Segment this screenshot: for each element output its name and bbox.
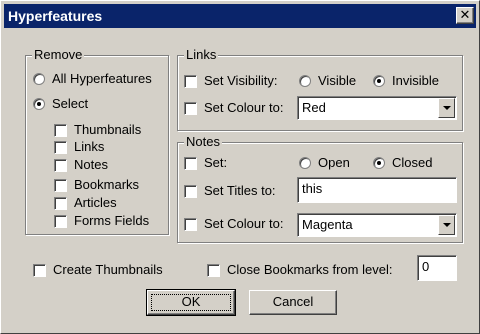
links-colour-select[interactable]: Red [297, 96, 457, 120]
notes-legend: Notes [184, 134, 222, 150]
checkbox-box[interactable] [33, 263, 46, 277]
notes-checkbox[interactable]: Notes [54, 157, 108, 173]
cancel-button[interactable]: Cancel [249, 290, 337, 315]
chevron-down-icon[interactable] [438, 215, 455, 235]
notes-colour-value: Magenta [302, 217, 353, 232]
checkbox-box[interactable] [54, 214, 67, 228]
set-titles-checkbox[interactable]: Set Titles to: [184, 183, 276, 199]
create-thumbnails-label: Create Thumbnails [53, 262, 163, 277]
notes-set-label: Set: [204, 155, 228, 170]
forms-fields-checkbox[interactable]: Forms Fields [54, 213, 149, 229]
titles-value: this [302, 181, 323, 196]
all-hyperfeatures-radio[interactable]: All Hyperfeatures [33, 71, 152, 87]
checkbox-box[interactable] [184, 74, 197, 88]
radio-circle[interactable] [299, 75, 311, 87]
articles-label: Articles [74, 195, 117, 210]
open-radio[interactable]: Open [299, 155, 350, 171]
thumbnails-label: Thumbnails [74, 122, 142, 137]
links-checkbox[interactable]: Links [54, 139, 104, 155]
open-label: Open [318, 155, 350, 170]
create-thumbnails-checkbox[interactable]: Create Thumbnails [33, 262, 163, 278]
ok-button[interactable]: OK [146, 289, 236, 316]
hyperfeatures-dialog: Hyperfeatures ✕ Remove All Hyperfeatures… [0, 0, 480, 334]
forms-fields-label: Forms Fields [74, 213, 150, 228]
radio-circle[interactable] [33, 73, 45, 85]
radio-circle[interactable] [299, 157, 311, 169]
thumbnails-checkbox[interactable]: Thumbnails [54, 122, 141, 138]
radio-circle[interactable] [373, 157, 385, 169]
titles-input[interactable]: this [297, 177, 457, 203]
all-hyperfeatures-label: All Hyperfeatures [52, 71, 152, 86]
select-label: Select [52, 96, 89, 111]
remove-legend: Remove [32, 47, 85, 63]
visible-label: Visible [318, 73, 357, 88]
notes-set-colour-checkbox[interactable]: Set Colour to: [184, 216, 284, 232]
set-visibility-label: Set Visibility: [204, 73, 278, 88]
close-bookmarks-label: Close Bookmarks from level: [227, 262, 393, 277]
links-legend: Links [184, 47, 219, 63]
checkbox-box[interactable] [184, 156, 197, 170]
set-visibility-checkbox[interactable]: Set Visibility: [184, 73, 277, 89]
notes-set-checkbox[interactable]: Set: [184, 155, 227, 171]
bookmarks-checkbox[interactable]: Bookmarks [54, 177, 139, 193]
notes-set-colour-label: Set Colour to: [204, 216, 284, 231]
closed-radio[interactable]: Closed [373, 155, 432, 171]
links-set-colour-checkbox[interactable]: Set Colour to: [184, 100, 284, 116]
notes-colour-select[interactable]: Magenta [297, 213, 457, 237]
checkbox-box[interactable] [184, 217, 197, 231]
bookmarks-label: Bookmarks [74, 177, 140, 192]
closed-label: Closed [392, 155, 433, 170]
title-bar: Hyperfeatures ✕ [4, 4, 476, 28]
chevron-down-icon[interactable] [438, 98, 455, 118]
bookmark-level-input[interactable]: 0 [417, 255, 457, 281]
checkbox-box[interactable] [184, 184, 197, 198]
invisible-label: Invisible [392, 73, 439, 88]
visible-radio[interactable]: Visible [299, 73, 356, 89]
checkbox-box[interactable] [54, 123, 67, 137]
bookmark-level-value: 0 [422, 259, 430, 274]
checkbox-box[interactable] [54, 196, 67, 210]
invisible-radio[interactable]: Invisible [373, 73, 439, 89]
checkbox-box[interactable] [207, 263, 220, 277]
checkbox-box[interactable] [184, 101, 197, 115]
articles-checkbox[interactable]: Articles [54, 195, 117, 211]
close-bookmarks-checkbox[interactable]: Close Bookmarks from level: [207, 262, 392, 278]
checkbox-box[interactable] [54, 140, 67, 154]
dialog-title: Hyperfeatures [8, 8, 103, 24]
close-icon[interactable]: ✕ [456, 7, 474, 24]
checkbox-box[interactable] [54, 158, 67, 172]
radio-circle[interactable] [373, 75, 385, 87]
checkbox-box[interactable] [54, 178, 67, 192]
links-set-colour-label: Set Colour to: [204, 100, 284, 115]
notes-label: Notes [74, 157, 108, 172]
cancel-label: Cancel [272, 294, 314, 309]
set-titles-label: Set Titles to: [204, 183, 276, 198]
select-radio[interactable]: Select [33, 96, 88, 112]
links-colour-value: Red [302, 100, 326, 115]
radio-circle[interactable] [33, 98, 45, 110]
links-label: Links [74, 139, 105, 154]
focus-ring [151, 294, 231, 311]
